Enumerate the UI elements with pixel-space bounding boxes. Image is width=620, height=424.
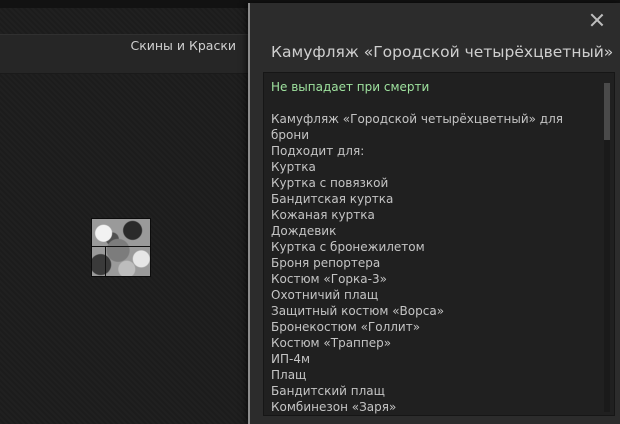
item-description-box[interactable]: Не выпадает при смерти Камуфляж «Городск… — [263, 72, 615, 416]
description-line: Камуфляж «Городской четырёхцветный» для — [271, 112, 563, 126]
description-line: Кожаная куртка — [271, 208, 375, 222]
description-line: Комбинезон «Заря» — [271, 400, 397, 414]
description-line: ИП-4м — [271, 352, 311, 366]
description-line: Куртка с бронежилетом — [271, 240, 425, 254]
description-line: брони — [271, 128, 310, 142]
close-icon[interactable] — [588, 11, 606, 29]
description-line: Охотничий плащ — [271, 288, 379, 302]
description-scrollbar[interactable] — [604, 83, 610, 412]
description-line: Броня репортера — [271, 256, 381, 270]
description-line: Куртка с повязкой — [271, 176, 389, 190]
item-title: Камуфляж «Городской четырёхцветный» — [271, 43, 614, 61]
description-line: Подходит для: — [271, 144, 365, 158]
description-line: Бандитский плащ — [271, 384, 385, 398]
description-line: Бронекостюм «Голлит» — [271, 320, 421, 334]
description-line: Костюм «Горка-3» — [271, 272, 387, 286]
camo-pattern-line — [105, 247, 106, 276]
description-line: Бандитская куртка — [271, 192, 394, 206]
category-title: Скины и Краски — [130, 38, 236, 53]
scrollbar-thumb[interactable] — [604, 83, 610, 140]
camouflage-item-slot[interactable] — [91, 218, 151, 277]
description-line: Костюм «Траппер» — [271, 336, 392, 350]
no-drop-notice: Не выпадает при смерти — [271, 80, 430, 94]
description-line: Дождевик — [271, 224, 337, 238]
description-line: Защитный костюм «Ворса» — [271, 304, 445, 318]
camo-pattern-line — [92, 246, 150, 247]
category-header: Скины и Краски — [0, 34, 248, 74]
item-tooltip-panel: Камуфляж «Городской четырёхцветный» Не в… — [248, 3, 620, 424]
description-line: Куртка — [271, 160, 316, 174]
item-description: Не выпадает при смерти Камуфляж «Городск… — [271, 79, 571, 415]
description-line: Плащ — [271, 368, 307, 382]
